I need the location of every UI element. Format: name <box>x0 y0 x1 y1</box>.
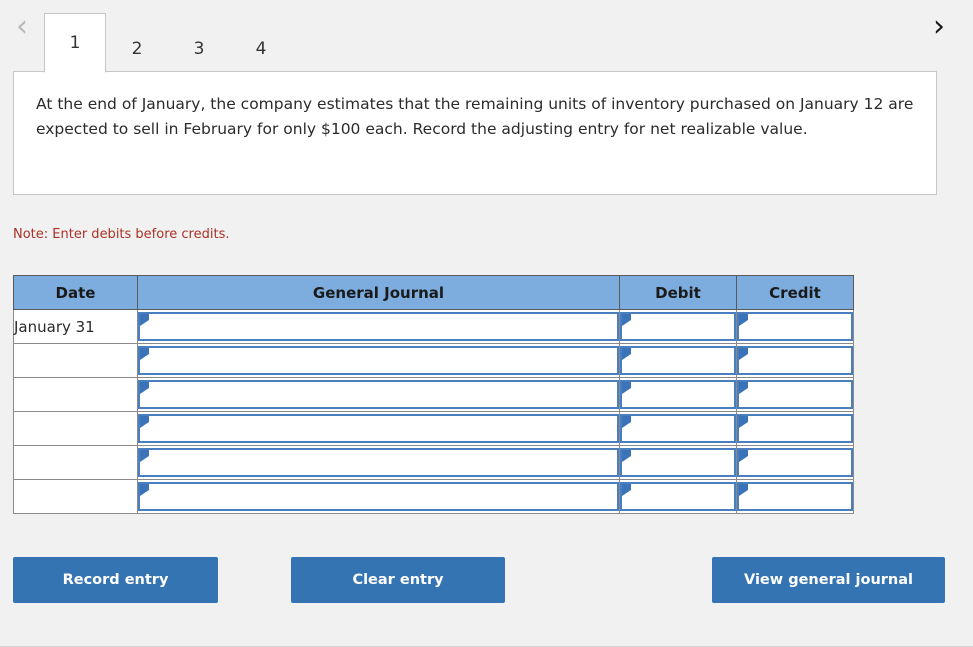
cell-general-journal-4[interactable] <box>137 411 620 446</box>
table-row: January 31 <box>13 309 854 344</box>
tab-4-label: 4 <box>255 38 267 59</box>
cell-credit-4[interactable] <box>736 411 854 446</box>
cell-credit-3[interactable] <box>736 377 854 412</box>
journal-header-row: Date General Journal Debit Credit <box>13 275 854 310</box>
note-text: Note: Enter debits before credits. <box>13 227 230 242</box>
cell-general-journal-3[interactable] <box>137 377 620 412</box>
cell-date-1[interactable]: January 31 <box>13 309 138 344</box>
table-row <box>13 411 854 446</box>
dropdown-marker-icon <box>622 348 631 360</box>
record-entry-button[interactable]: Record entry <box>13 557 218 603</box>
input-credit-2[interactable] <box>737 346 853 375</box>
cell-debit-3[interactable] <box>619 377 737 412</box>
header-general-journal: General Journal <box>137 275 620 310</box>
dropdown-marker-icon <box>140 416 149 428</box>
header-date: Date <box>13 275 138 310</box>
tab-list: 1 2 3 4 <box>44 0 292 73</box>
table-row <box>13 445 854 480</box>
dropdown-marker-icon <box>622 382 631 394</box>
input-debit-2[interactable] <box>620 346 736 375</box>
input-debit-6[interactable] <box>620 482 736 511</box>
input-general-journal-5[interactable] <box>138 448 619 477</box>
dropdown-marker-icon <box>739 314 748 326</box>
cell-date-5[interactable] <box>13 445 138 480</box>
cell-date-3[interactable] <box>13 377 138 412</box>
input-debit-3[interactable] <box>620 380 736 409</box>
cell-general-journal-6[interactable] <box>137 479 620 514</box>
input-general-journal-1[interactable] <box>138 312 619 341</box>
tab-2-label: 2 <box>131 38 143 59</box>
cell-credit-1[interactable] <box>736 309 854 344</box>
header-debit: Debit <box>619 275 737 310</box>
action-button-row: Record entry Clear entry View general jo… <box>13 557 945 603</box>
table-row <box>13 479 854 514</box>
table-row <box>13 343 854 378</box>
cell-general-journal-2[interactable] <box>137 343 620 378</box>
tab-strip: ‹ 1 2 3 4 › <box>0 0 973 73</box>
input-general-journal-2[interactable] <box>138 346 619 375</box>
journal-table-wrapper: Date General Journal Debit Credit Januar… <box>13 275 854 514</box>
input-debit-1[interactable] <box>620 312 736 341</box>
cell-general-journal-5[interactable] <box>137 445 620 480</box>
input-credit-4[interactable] <box>737 414 853 443</box>
cell-debit-5[interactable] <box>619 445 737 480</box>
cell-date-6[interactable] <box>13 479 138 514</box>
dropdown-marker-icon <box>140 314 149 326</box>
dropdown-marker-icon <box>622 416 631 428</box>
view-general-journal-button[interactable]: View general journal <box>712 557 945 603</box>
input-credit-5[interactable] <box>737 448 853 477</box>
dropdown-marker-icon <box>739 382 748 394</box>
input-credit-1[interactable] <box>737 312 853 341</box>
dropdown-marker-icon <box>622 484 631 496</box>
dropdown-marker-icon <box>140 348 149 360</box>
dropdown-marker-icon <box>739 416 748 428</box>
input-general-journal-6[interactable] <box>138 482 619 511</box>
dropdown-marker-icon <box>739 450 748 462</box>
cell-debit-6[interactable] <box>619 479 737 514</box>
input-debit-4[interactable] <box>620 414 736 443</box>
cell-debit-1[interactable] <box>619 309 737 344</box>
input-general-journal-3[interactable] <box>138 380 619 409</box>
tab-4[interactable]: 4 <box>230 24 292 72</box>
dropdown-marker-icon <box>140 450 149 462</box>
dropdown-marker-icon <box>622 450 631 462</box>
input-general-journal-4[interactable] <box>138 414 619 443</box>
cell-date-4[interactable] <box>13 411 138 446</box>
question-panel: At the end of January, the company estim… <box>13 71 937 195</box>
tab-1[interactable]: 1 <box>44 13 106 73</box>
cell-debit-4[interactable] <box>619 411 737 446</box>
question-text: At the end of January, the company estim… <box>36 95 914 138</box>
tab-3[interactable]: 3 <box>168 24 230 72</box>
header-credit: Credit <box>736 275 854 310</box>
dropdown-marker-icon <box>140 484 149 496</box>
dropdown-marker-icon <box>739 348 748 360</box>
input-credit-6[interactable] <box>737 482 853 511</box>
cell-general-journal-1[interactable] <box>137 309 620 344</box>
dropdown-marker-icon <box>622 314 631 326</box>
cell-credit-6[interactable] <box>736 479 854 514</box>
cell-credit-5[interactable] <box>736 445 854 480</box>
clear-entry-button[interactable]: Clear entry <box>291 557 505 603</box>
tab-3-label: 3 <box>193 38 205 59</box>
input-credit-3[interactable] <box>737 380 853 409</box>
cell-date-2[interactable] <box>13 343 138 378</box>
journal-table: Date General Journal Debit Credit Januar… <box>13 275 854 514</box>
dropdown-marker-icon <box>140 382 149 394</box>
table-row <box>13 377 854 412</box>
tab-2[interactable]: 2 <box>106 24 168 72</box>
tab-1-label: 1 <box>69 33 81 53</box>
input-debit-5[interactable] <box>620 448 736 477</box>
cell-credit-2[interactable] <box>736 343 854 378</box>
chevron-left-icon[interactable]: ‹ <box>0 0 44 72</box>
dropdown-marker-icon <box>739 484 748 496</box>
cell-debit-2[interactable] <box>619 343 737 378</box>
chevron-right-icon[interactable]: › <box>917 0 961 72</box>
